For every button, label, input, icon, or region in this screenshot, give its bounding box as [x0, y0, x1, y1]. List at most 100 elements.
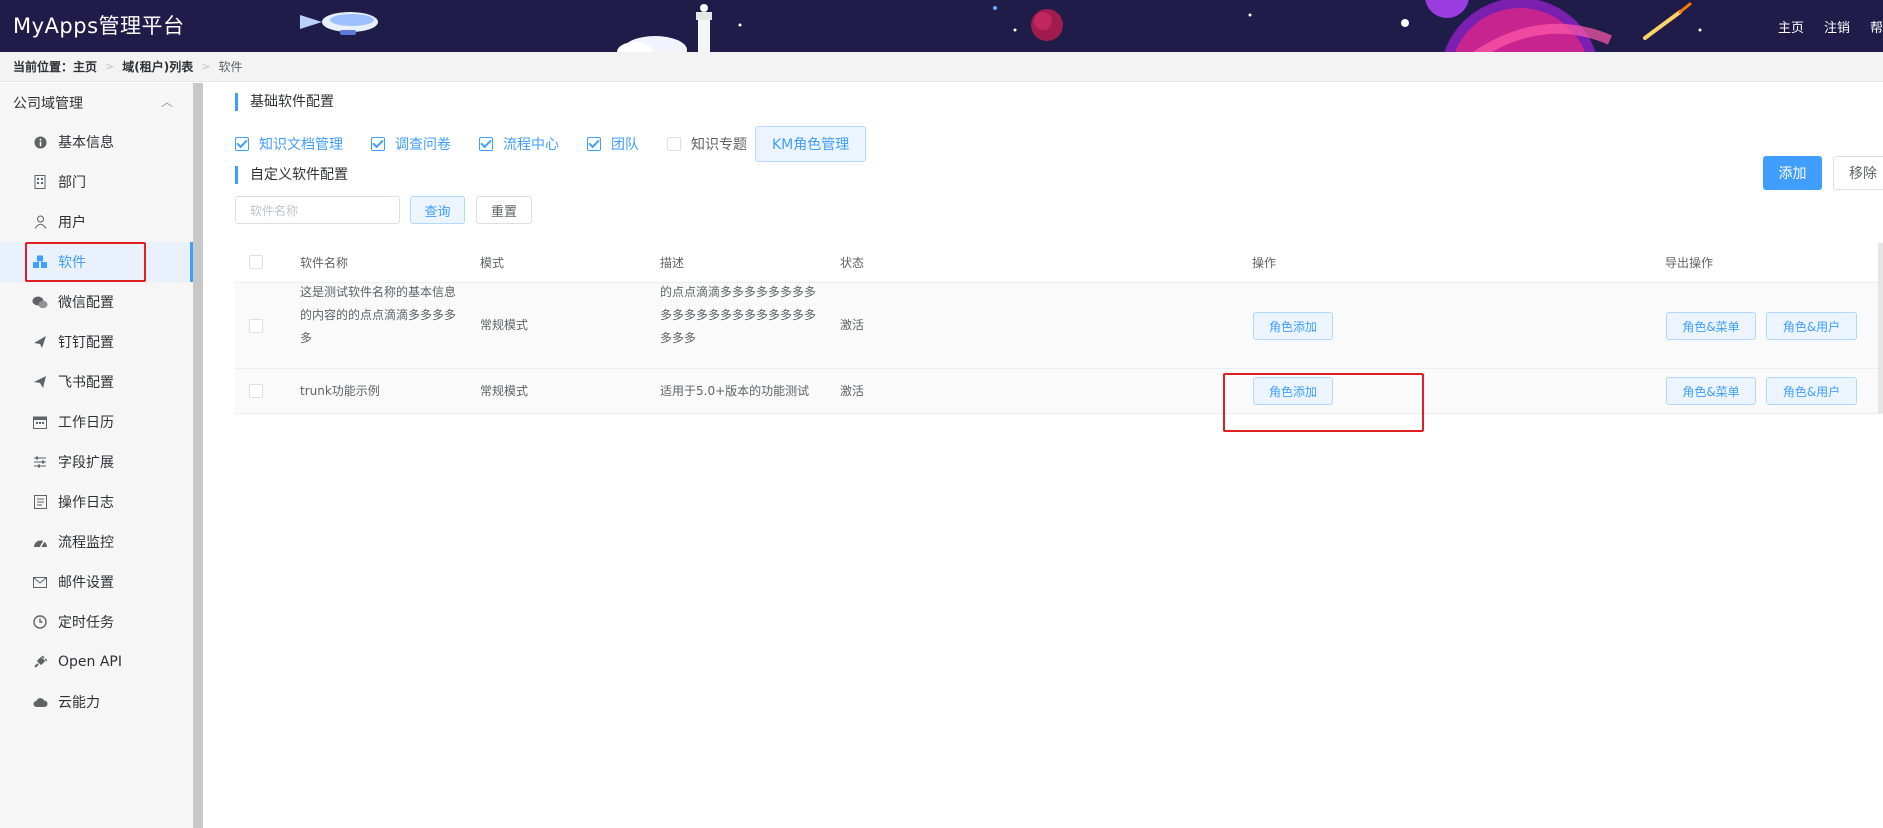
nav-logout-link[interactable]: 注销: [1824, 17, 1850, 36]
km-role-manage-button[interactable]: KM角色管理: [755, 126, 867, 162]
sidebar-item-field-ext[interactable]: 字段扩展: [0, 442, 193, 482]
breadcrumb-home[interactable]: 主页: [73, 58, 97, 75]
plane-icon: [32, 334, 48, 350]
checkbox-checked[interactable]: [235, 137, 249, 151]
software-table: 软件名称 模式 描述 状态 操作 导出操作 这是测试软件名称的基本信息的内容的的…: [235, 243, 1883, 414]
sidebar-item-label: 操作日志: [58, 495, 114, 511]
sidebar-item-scheduled-task[interactable]: 定时任务: [0, 602, 193, 642]
export-role-user-button[interactable]: 角色&用户: [1766, 377, 1857, 405]
cell-mode: 常规模式: [480, 318, 529, 332]
sidebar-item-label: 微信配置: [58, 295, 114, 311]
table-row: 这是测试软件名称的基本信息的内容的的点点滴滴多多多多多 常规模式 的点点滴滴多多…: [235, 283, 1883, 369]
checkbox-unchecked[interactable]: [667, 137, 681, 151]
select-all-checkbox[interactable]: [249, 255, 263, 269]
paper-plane-icon: [32, 374, 48, 390]
col-header-mode: 模式: [480, 256, 505, 270]
user-icon: [32, 214, 48, 230]
reset-button[interactable]: 重置: [476, 196, 532, 224]
sidebar-item-label: 基本信息: [58, 135, 114, 151]
role-add-button[interactable]: 角色添加: [1253, 377, 1333, 405]
col-header-export: 导出操作: [1665, 256, 1714, 270]
table-row: trunk功能示例 常规模式 适用于5.0+版本的功能测试 激活 角色添加 角色…: [235, 369, 1883, 414]
breadcrumb-tenant-list[interactable]: 域(租户)列表: [122, 58, 193, 75]
basic-config-title: 基础软件配置: [235, 93, 334, 111]
sidebar-item-label: 用户: [58, 215, 86, 231]
sidebar-item-label: 邮件设置: [58, 575, 114, 591]
sidebar-item-label: 云能力: [58, 695, 100, 711]
sidebar-item-software[interactable]: 软件: [0, 242, 193, 282]
sidebar-item-label: 流程监控: [58, 535, 114, 551]
building-icon: [32, 174, 48, 190]
custom-config-title: 自定义软件配置: [235, 166, 348, 184]
sidebar-item-flow-monitor[interactable]: 流程监控: [0, 522, 193, 562]
col-header-action: 操作: [1252, 256, 1277, 270]
plug-icon: [32, 654, 48, 670]
dashboard-icon: [32, 534, 48, 550]
export-role-menu-button[interactable]: 角色&菜单: [1666, 312, 1756, 340]
sidebar-item-label: Open API: [58, 654, 122, 670]
sidebar-group-title[interactable]: 公司域管理: [13, 93, 83, 113]
checkbox-checked[interactable]: [479, 137, 493, 151]
sidebar-item-department[interactable]: 部门: [0, 162, 193, 202]
option-flow-center[interactable]: 流程中心: [479, 134, 559, 154]
sidebar-item-label: 软件: [58, 255, 86, 271]
table-header: 软件名称 模式 描述 状态 操作 导出操作: [235, 243, 1883, 283]
col-header-desc: 描述: [660, 256, 685, 270]
sidebar-item-cloud[interactable]: 云能力: [0, 682, 193, 722]
sidebar-scrollbar[interactable]: [193, 83, 203, 828]
app-title: MyApps管理平台: [13, 14, 185, 38]
sidebar-item-mail[interactable]: 邮件设置: [0, 562, 193, 602]
sidebar-item-dingtalk[interactable]: 钉钉配置: [0, 322, 193, 362]
cloud-icon: [32, 694, 48, 710]
basic-software-options: 知识文档管理 调查问卷 流程中心 团队 知识专题 KM角色管理: [235, 126, 867, 162]
chevron-up-icon[interactable]: ︿: [161, 93, 173, 110]
log-icon: [32, 494, 48, 510]
nav-help-link[interactable]: 帮: [1870, 17, 1883, 36]
chevron-right-icon: >: [105, 60, 115, 73]
table-scrollbar[interactable]: [1878, 243, 1883, 413]
sidebar-item-open-api[interactable]: Open API: [0, 642, 193, 682]
main-content: [203, 83, 1883, 828]
sidebar-item-user[interactable]: 用户: [0, 202, 193, 242]
export-role-user-button[interactable]: 角色&用户: [1766, 312, 1857, 340]
sidebar-item-label: 部门: [58, 175, 86, 191]
breadcrumb-current: 软件: [218, 60, 243, 74]
clock-icon: [32, 614, 48, 630]
sidebar-item-wechat[interactable]: 微信配置: [0, 282, 193, 322]
info-icon: [32, 134, 48, 150]
cubes-icon: [32, 254, 48, 270]
cell-mode: 常规模式: [480, 384, 529, 398]
remove-button[interactable]: 移除: [1833, 156, 1883, 190]
sidebar-item-label: 定时任务: [58, 615, 114, 631]
checkbox-checked[interactable]: [371, 137, 385, 151]
software-name-search-input[interactable]: 软件名称: [235, 196, 400, 224]
sidebar-item-basic-info[interactable]: 基本信息: [0, 122, 193, 162]
envelope-icon: [32, 574, 48, 590]
sliders-icon: [32, 454, 48, 470]
option-team[interactable]: 团队: [587, 134, 639, 154]
nav-home-link[interactable]: 主页: [1778, 17, 1804, 36]
export-role-menu-button[interactable]: 角色&菜单: [1666, 377, 1756, 405]
sidebar-item-label: 飞书配置: [58, 375, 114, 391]
col-header-status: 状态: [840, 256, 865, 270]
cell-name: 这是测试软件名称的基本信息的内容的的点点滴滴多多多多多: [300, 285, 457, 345]
option-knowledge-topic[interactable]: 知识专题: [667, 134, 747, 154]
sidebar-item-calendar[interactable]: 工作日历: [0, 402, 193, 442]
calendar-icon: [32, 414, 48, 430]
query-button[interactable]: 查询: [410, 196, 465, 224]
row-checkbox[interactable]: [249, 319, 263, 333]
cell-status: 激活: [840, 384, 865, 398]
cell-desc: 适用于5.0+版本的功能测试: [660, 384, 810, 398]
sidebar-item-label: 钉钉配置: [58, 335, 114, 351]
row-checkbox[interactable]: [249, 384, 263, 398]
role-add-button[interactable]: 角色添加: [1253, 312, 1333, 340]
sidebar-item-op-log[interactable]: 操作日志: [0, 482, 193, 522]
sidebar-item-feishu[interactable]: 飞书配置: [0, 362, 193, 402]
option-survey[interactable]: 调查问卷: [371, 134, 451, 154]
add-button[interactable]: 添加: [1763, 156, 1822, 190]
header-illustration: [300, 0, 1702, 52]
checkbox-checked[interactable]: [587, 137, 601, 151]
breadcrumb-label: 当前位置：: [13, 60, 74, 74]
top-nav: 主页 注销 帮: [1778, 0, 1883, 52]
option-knowledge-doc[interactable]: 知识文档管理: [235, 134, 343, 154]
